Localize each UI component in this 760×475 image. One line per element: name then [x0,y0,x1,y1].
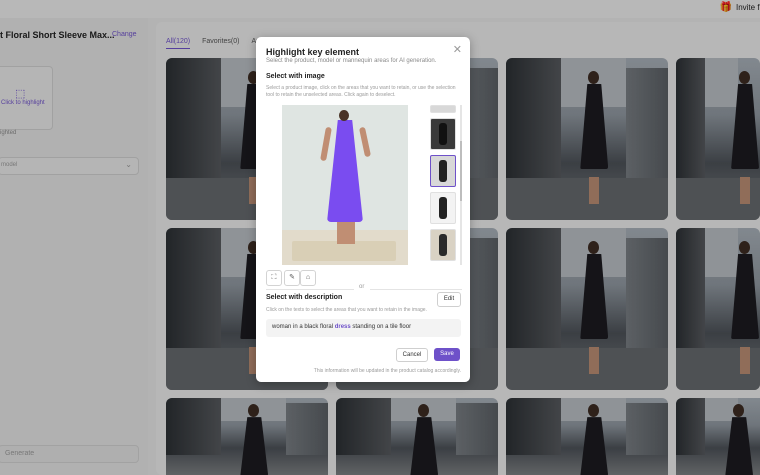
or-divider: or [266,284,462,294]
product-thumbnail[interactable] [430,192,456,224]
floor-rug [292,241,396,261]
thumbnail-figure [439,123,447,145]
dialog-subtitle: Select the product, model or mannequin a… [266,58,437,64]
product-thumbnail[interactable] [430,105,456,113]
description-keyword-dress[interactable]: dress [335,324,351,330]
thumbnail-figure [439,197,447,219]
model-arm-right [358,126,372,158]
image-description-box: woman in a black floral dress standing o… [266,319,461,337]
highlight-key-element-dialog: Highlight key element ✕ Select the produ… [256,37,470,382]
description-text-before[interactable]: woman in a black floral [272,324,333,330]
cancel-button[interactable]: Cancel [396,348,428,362]
product-thumbnail[interactable] [430,229,456,261]
highlighted-dress-area[interactable] [327,120,363,222]
description-text-after[interactable]: standing on a tile floor [352,324,411,330]
product-thumbnail-selected[interactable] [430,155,456,187]
select-with-image-description: Select a product image, click on the are… [266,85,456,98]
description-text: woman in a black floral dress standing o… [272,324,411,330]
model-arm-left [320,126,332,162]
select-with-image-title: Select with image [266,73,325,80]
divider-line-right [370,289,462,290]
select-with-description-help: Click on the texts to select the areas t… [266,307,427,313]
thumbnail-figure [439,160,447,182]
catalog-update-note: This information will be updated in the … [313,368,461,374]
dialog-title: Highlight key element [266,47,360,57]
divider-line-left [266,289,354,290]
product-thumbnail[interactable] [430,118,456,150]
thumbnail-figure [439,234,447,256]
product-thumbnail-list[interactable] [430,105,458,265]
close-icon[interactable]: ✕ [453,43,462,56]
save-button[interactable]: Save [434,348,460,361]
model-head [339,110,349,121]
edit-button[interactable]: Edit [437,292,461,307]
model-legs [337,222,355,244]
or-label: or [359,284,365,290]
thumbnail-scrollbar[interactable] [460,105,462,265]
scrollbar-thumb[interactable] [460,141,462,201]
app: 🎁 Invite fri t Floral Short Sleeve Max..… [0,0,760,475]
select-with-description-title: Select with description [266,294,343,301]
product-image-canvas[interactable] [282,105,408,265]
